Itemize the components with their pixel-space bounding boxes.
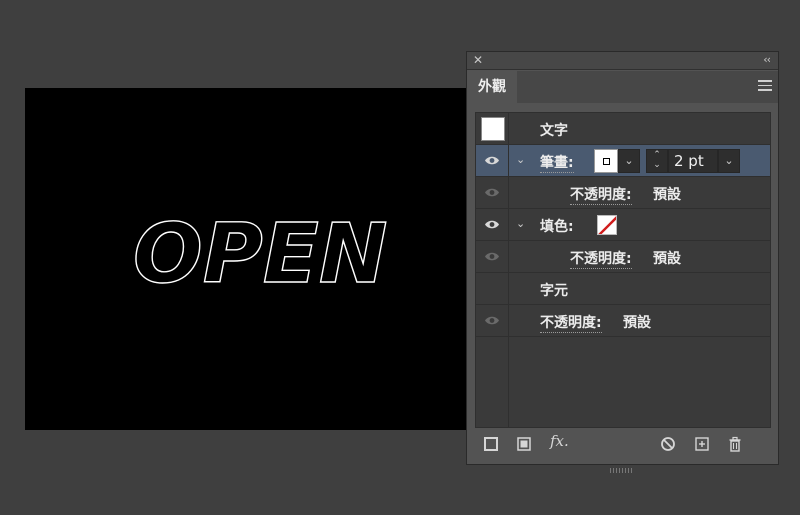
hamburger-menu-icon[interactable] <box>758 80 772 92</box>
clear-appearance-icon[interactable] <box>660 436 676 452</box>
visibility-eye-icon[interactable] <box>484 155 500 166</box>
characters-opacity-label[interactable]: 不透明度: <box>540 312 602 333</box>
row-stroke[interactable]: ⌄ 筆畫: ⌄ ⌃ ⌄ 2 pt ⌄ <box>476 145 770 177</box>
row-characters-opacity[interactable]: 不透明度: 預設 <box>476 305 770 337</box>
fill-opacity-value: 預設 <box>653 251 681 267</box>
eye-column <box>476 305 509 336</box>
panel-titlebar: ✕ ‹‹ <box>467 52 778 70</box>
eye-column <box>476 209 509 240</box>
stroke-color-swatch[interactable] <box>594 149 618 173</box>
chevron-down-icon[interactable]: ⌄ <box>516 153 525 166</box>
characters-label: 字元 <box>540 283 568 299</box>
eye-column <box>476 113 509 144</box>
row-type[interactable]: 文字 <box>476 113 770 145</box>
stroke-color-dropdown[interactable]: ⌄ <box>618 149 640 173</box>
fill-label[interactable]: 填色: <box>540 216 574 236</box>
add-new-fill-icon[interactable] <box>516 436 532 452</box>
stroke-weight-field[interactable]: 2 pt <box>668 149 718 173</box>
row-characters[interactable]: 字元 <box>476 273 770 305</box>
eye-column <box>476 177 509 208</box>
chevron-down-icon[interactable]: ⌄ <box>516 217 525 230</box>
eye-column <box>476 241 509 272</box>
no-fill-slash-icon <box>598 216 616 234</box>
open-outlined-text[interactable]: OPEN <box>132 206 388 302</box>
visibility-eye-icon[interactable] <box>484 187 500 198</box>
visibility-eye-icon[interactable] <box>484 219 500 230</box>
add-effect-icon[interactable]: fx. <box>550 432 569 450</box>
eye-column-filler <box>476 337 509 427</box>
close-panel-icon[interactable]: ✕ <box>473 53 483 67</box>
collapse-panel-icon[interactable]: ‹‹ <box>763 53 771 66</box>
row-fill[interactable]: ⌄ 填色: <box>476 209 770 241</box>
appearance-list: 文字 ⌄ 筆畫: ⌄ ⌃ ⌄ 2 pt ⌄ 不透明度: 預設 ⌄ 填色: 不透明… <box>475 112 771 428</box>
visibility-eye-icon[interactable] <box>484 315 500 326</box>
add-new-stroke-icon[interactable] <box>483 436 499 452</box>
stroke-label[interactable]: 筆畫: <box>540 152 574 173</box>
trash-icon[interactable] <box>727 436 743 452</box>
fill-none-swatch[interactable] <box>597 215 617 235</box>
row-fill-opacity[interactable]: 不透明度: 預設 <box>476 241 770 273</box>
artboard[interactable]: OPEN <box>25 88 475 430</box>
resize-grip[interactable] <box>610 458 636 473</box>
row-stroke-opacity[interactable]: 不透明度: 預設 <box>476 177 770 209</box>
fill-opacity-label[interactable]: 不透明度: <box>570 248 632 269</box>
stroke-weight-stepper[interactable]: ⌃ ⌄ <box>646 149 668 173</box>
tab-appearance[interactable]: 外觀 <box>467 71 517 103</box>
appearance-panel: ✕ ‹‹ 外觀 文字 ⌄ 筆畫: ⌄ ⌃ ⌄ 2 pt ⌄ 不透明度: 預設 ⌄… <box>466 51 779 473</box>
stroke-opacity-label[interactable]: 不透明度: <box>570 184 632 205</box>
eye-column <box>476 273 509 304</box>
characters-opacity-value: 預設 <box>623 315 651 331</box>
type-label: 文字 <box>540 123 568 139</box>
duplicate-item-icon[interactable] <box>694 436 710 452</box>
artboard-canvas[interactable]: OPEN <box>25 88 475 430</box>
panel-tab-row: 外觀 <box>467 71 778 103</box>
type-thumbnail <box>481 117 505 141</box>
stroke-weight-dropdown[interactable]: ⌄ <box>718 149 740 173</box>
stroke-opacity-value: 預設 <box>653 187 681 203</box>
visibility-eye-icon[interactable] <box>484 251 500 262</box>
panel-footer: fx. <box>467 430 778 460</box>
eye-column <box>476 145 509 176</box>
